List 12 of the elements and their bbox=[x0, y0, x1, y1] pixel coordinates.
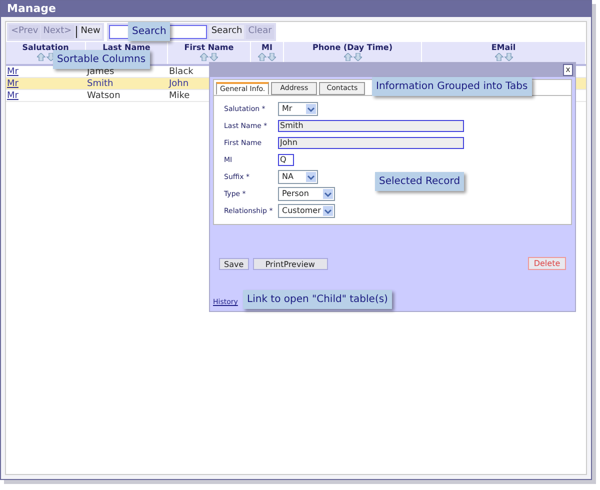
table-cell: John bbox=[169, 79, 189, 89]
annotation-tooltip: Search bbox=[128, 22, 170, 41]
annotation-tooltip: Selected Record bbox=[375, 172, 464, 191]
annotation-tooltip: Link to open "Child" table(s) bbox=[243, 290, 392, 309]
table-cell: James bbox=[87, 67, 114, 77]
table-cell: Mike bbox=[169, 91, 190, 101]
annotation-tooltip: Information Grouped into Tabs bbox=[372, 77, 532, 96]
table-cell: Black bbox=[169, 67, 194, 77]
table-cell: Smith bbox=[87, 79, 114, 89]
annotation-tooltip: Sortable Columns bbox=[53, 50, 150, 69]
table-cell: Watson bbox=[87, 91, 120, 101]
window-title: Manage bbox=[1, 1, 591, 17]
